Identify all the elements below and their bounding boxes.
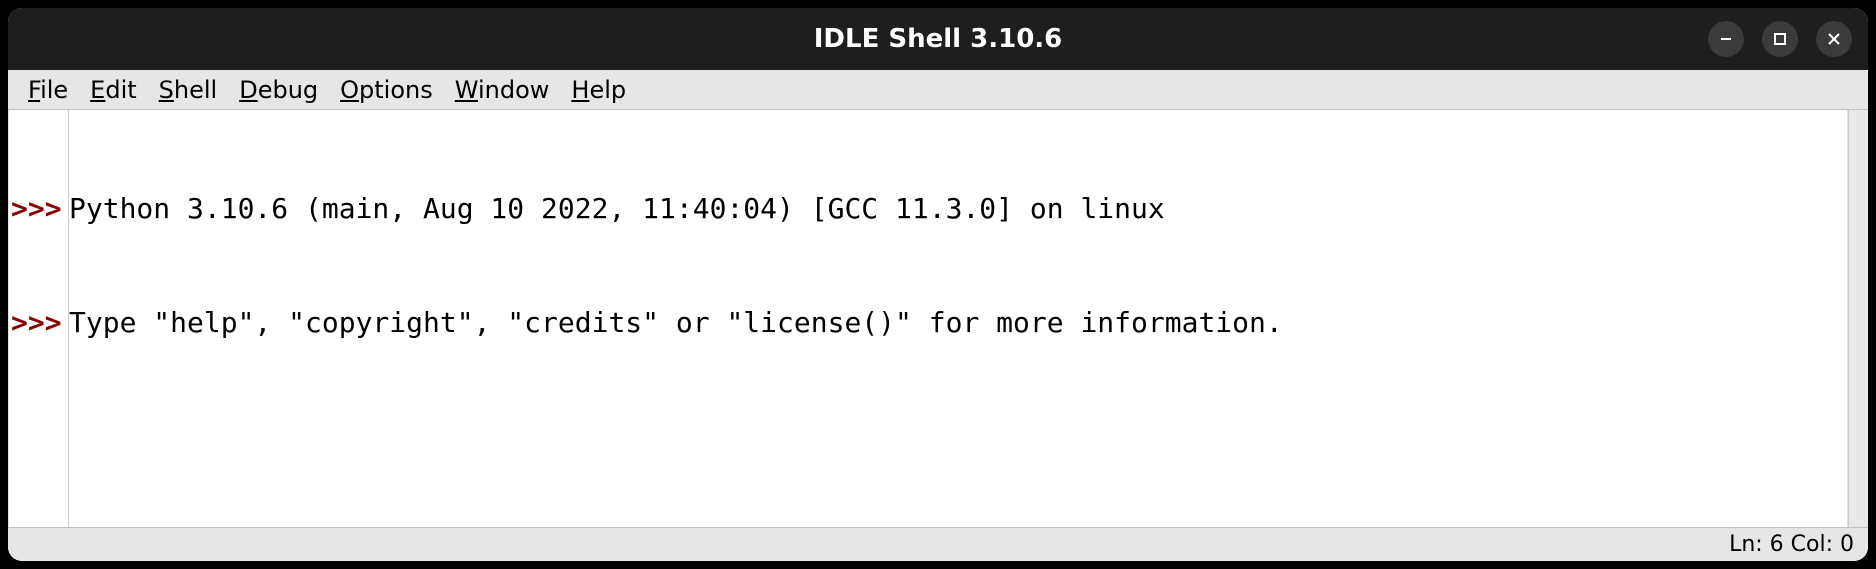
vertical-scrollbar[interactable]: [1848, 110, 1868, 527]
statusbar: Ln: 6 Col: 0: [8, 527, 1868, 561]
window-title: IDLE Shell 3.10.6: [814, 24, 1063, 54]
minimize-icon: [1718, 31, 1734, 47]
titlebar: IDLE Shell 3.10.6: [8, 8, 1868, 70]
menubar: File Edit Shell Debug Options Window Hel…: [8, 70, 1868, 110]
idle-shell-window: IDLE Shell 3.10.6 File Edit Shell Debug …: [8, 8, 1868, 561]
window-controls: [1708, 21, 1852, 57]
shell-banner-line: Type "help", "copyright", "credits" or "…: [69, 304, 1847, 342]
gutter-prompt: >>>: [11, 304, 68, 342]
gutter-line: [11, 228, 68, 266]
shell-content[interactable]: >>> >>> Python 3.10.6 (main, Aug 10 2022…: [8, 110, 1868, 527]
shell-empty-line: [69, 418, 1847, 456]
menu-edit[interactable]: Edit: [80, 72, 146, 108]
cursor-position: Ln: 6 Col: 0: [1729, 532, 1854, 557]
shell-banner-line: Python 3.10.6 (main, Aug 10 2022, 11:40:…: [69, 190, 1847, 228]
maximize-button[interactable]: [1762, 21, 1798, 57]
minimize-button[interactable]: [1708, 21, 1744, 57]
menu-shell[interactable]: Shell: [149, 72, 228, 108]
prompt-gutter: >>> >>>: [8, 110, 68, 527]
gutter-line: [11, 152, 68, 190]
gutter-line: [11, 114, 68, 152]
close-button[interactable]: [1816, 21, 1852, 57]
menu-window[interactable]: Window: [445, 72, 560, 108]
gutter-line: [11, 266, 68, 304]
menu-file[interactable]: File: [18, 72, 78, 108]
gutter-prompt: >>>: [11, 190, 68, 228]
menu-help[interactable]: Help: [561, 72, 636, 108]
close-icon: [1826, 31, 1842, 47]
shell-text-area[interactable]: Python 3.10.6 (main, Aug 10 2022, 11:40:…: [68, 110, 1848, 527]
menu-options[interactable]: Options: [330, 72, 443, 108]
menu-debug[interactable]: Debug: [229, 72, 328, 108]
maximize-icon: [1772, 31, 1788, 47]
